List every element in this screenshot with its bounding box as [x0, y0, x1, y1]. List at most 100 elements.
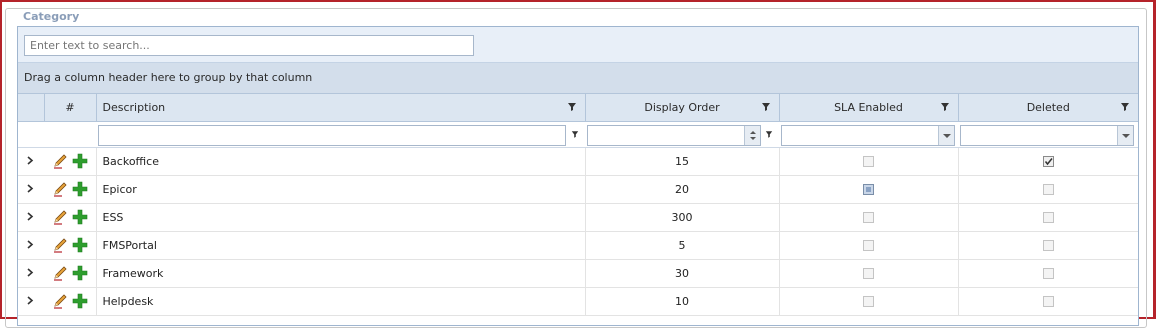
filter-icon[interactable]	[1120, 102, 1130, 112]
filter-icon[interactable]	[761, 102, 771, 112]
header-sla-enabled[interactable]: SLA Enabled	[779, 94, 959, 122]
table-row[interactable]: Epicor 20	[18, 175, 1138, 204]
deleted-cell	[958, 231, 1138, 260]
plus-icon[interactable]	[72, 237, 88, 253]
deleted-cell	[958, 259, 1138, 288]
filter-row	[18, 121, 1138, 148]
plus-icon[interactable]	[72, 153, 88, 169]
header-number[interactable]: #	[44, 94, 97, 122]
plus-icon[interactable]	[72, 209, 88, 225]
pencil-icon[interactable]	[52, 237, 68, 253]
expand-cell	[18, 259, 44, 288]
deleted-checkbox[interactable]	[1042, 156, 1054, 167]
deleted-checkbox[interactable]	[1042, 212, 1054, 223]
header-deleted[interactable]: Deleted	[958, 94, 1138, 122]
chevron-right-icon[interactable]	[27, 211, 34, 221]
expand-cell	[18, 147, 44, 176]
sla-enabled-checkbox[interactable]	[863, 212, 874, 223]
display-order-cell: 5	[585, 231, 780, 260]
filter-icon[interactable]	[567, 102, 577, 112]
header-display-order[interactable]: Display Order	[585, 94, 780, 122]
command-cell	[44, 287, 97, 316]
header-expand-column	[18, 94, 45, 122]
chevron-down-icon	[943, 133, 951, 138]
filter-icon[interactable]	[940, 102, 950, 112]
dropdown-button[interactable]	[1117, 125, 1133, 145]
plus-icon[interactable]	[72, 265, 88, 281]
deleted-checkbox[interactable]	[1042, 268, 1054, 279]
chevron-right-icon[interactable]	[27, 239, 34, 249]
table-row[interactable]: FMSPortal 5	[18, 231, 1138, 260]
sla-enabled-cell	[779, 147, 959, 176]
description-cell: Helpdesk	[96, 287, 586, 316]
command-cell	[44, 203, 97, 232]
header-description[interactable]: Description	[96, 94, 586, 122]
deleted-checkbox[interactable]	[1042, 296, 1054, 307]
spin-arrows-icon	[750, 130, 756, 140]
category-grid: Drag a column header here to group by th…	[17, 26, 1139, 326]
command-cell	[44, 147, 97, 176]
sla-enabled-checkbox[interactable]	[863, 268, 874, 279]
deleted-cell	[958, 147, 1138, 176]
filter-icon[interactable]	[765, 130, 773, 139]
deleted-filter-select[interactable]	[960, 124, 1134, 146]
pencil-icon[interactable]	[52, 181, 68, 197]
dropdown-button[interactable]	[938, 125, 954, 145]
sla-enabled-checkbox[interactable]	[863, 296, 874, 307]
command-cell	[44, 231, 97, 260]
command-cell	[44, 259, 97, 288]
table-row[interactable]: Helpdesk 10	[18, 287, 1138, 316]
checkmark-icon	[1044, 158, 1053, 166]
description-cell: FMSPortal	[96, 231, 586, 260]
spin-buttons[interactable]	[744, 125, 760, 145]
fieldset-legend: Category	[21, 10, 82, 24]
sla-enabled-cell	[779, 231, 959, 260]
sla-enabled-checkbox[interactable]	[863, 156, 874, 167]
sla-enabled-checkbox[interactable]	[863, 184, 874, 195]
expand-cell	[18, 203, 44, 232]
display-order-cell: 300	[585, 203, 780, 232]
chevron-right-icon[interactable]	[27, 267, 34, 277]
plus-icon[interactable]	[72, 293, 88, 309]
sla-enabled-filter-select[interactable]	[781, 124, 955, 146]
deleted-cell	[958, 203, 1138, 232]
deleted-checkbox[interactable]	[1042, 184, 1054, 195]
chevron-right-icon[interactable]	[27, 183, 34, 193]
plus-icon[interactable]	[72, 181, 88, 197]
display-order-cell: 20	[585, 175, 780, 204]
deleted-checkbox[interactable]	[1042, 240, 1054, 251]
expand-cell	[18, 287, 44, 316]
search-input[interactable]	[24, 35, 474, 56]
header-description-label: Description	[102, 100, 166, 114]
description-cell: Framework	[96, 259, 586, 288]
table-row[interactable]: ESS 300	[18, 203, 1138, 232]
table-row[interactable]: Backoffice 15	[18, 147, 1138, 176]
description-filter-input[interactable]	[98, 124, 566, 146]
pencil-icon[interactable]	[52, 293, 68, 309]
display-order-filter-input[interactable]	[587, 124, 761, 146]
sla-enabled-checkbox[interactable]	[863, 240, 874, 251]
chevron-down-icon	[1122, 133, 1130, 138]
expand-cell	[18, 231, 44, 260]
header-deleted-label: Deleted	[1026, 100, 1070, 114]
chevron-right-icon[interactable]	[27, 155, 34, 165]
group-panel[interactable]: Drag a column header here to group by th…	[18, 63, 1138, 94]
header-number-label: #	[65, 100, 75, 114]
command-cell	[44, 175, 97, 204]
sla-enabled-cell	[779, 203, 959, 232]
table-row[interactable]: Framework 30	[18, 259, 1138, 288]
chevron-right-icon[interactable]	[27, 295, 34, 305]
display-order-filter-cell	[585, 121, 779, 148]
sla-enabled-cell	[779, 259, 959, 288]
filter-icon[interactable]	[571, 130, 579, 139]
pencil-icon[interactable]	[52, 209, 68, 225]
grid-table: # Description Display Order SLA Enabled …	[18, 94, 1138, 316]
deleted-cell	[958, 287, 1138, 316]
deleted-filter-cell	[958, 121, 1138, 148]
pencil-icon[interactable]	[52, 153, 68, 169]
search-panel	[18, 27, 1138, 63]
sla-enabled-filter-cell	[779, 121, 958, 148]
sla-enabled-cell	[779, 175, 959, 204]
pencil-icon[interactable]	[52, 265, 68, 281]
expand-cell	[18, 175, 44, 204]
